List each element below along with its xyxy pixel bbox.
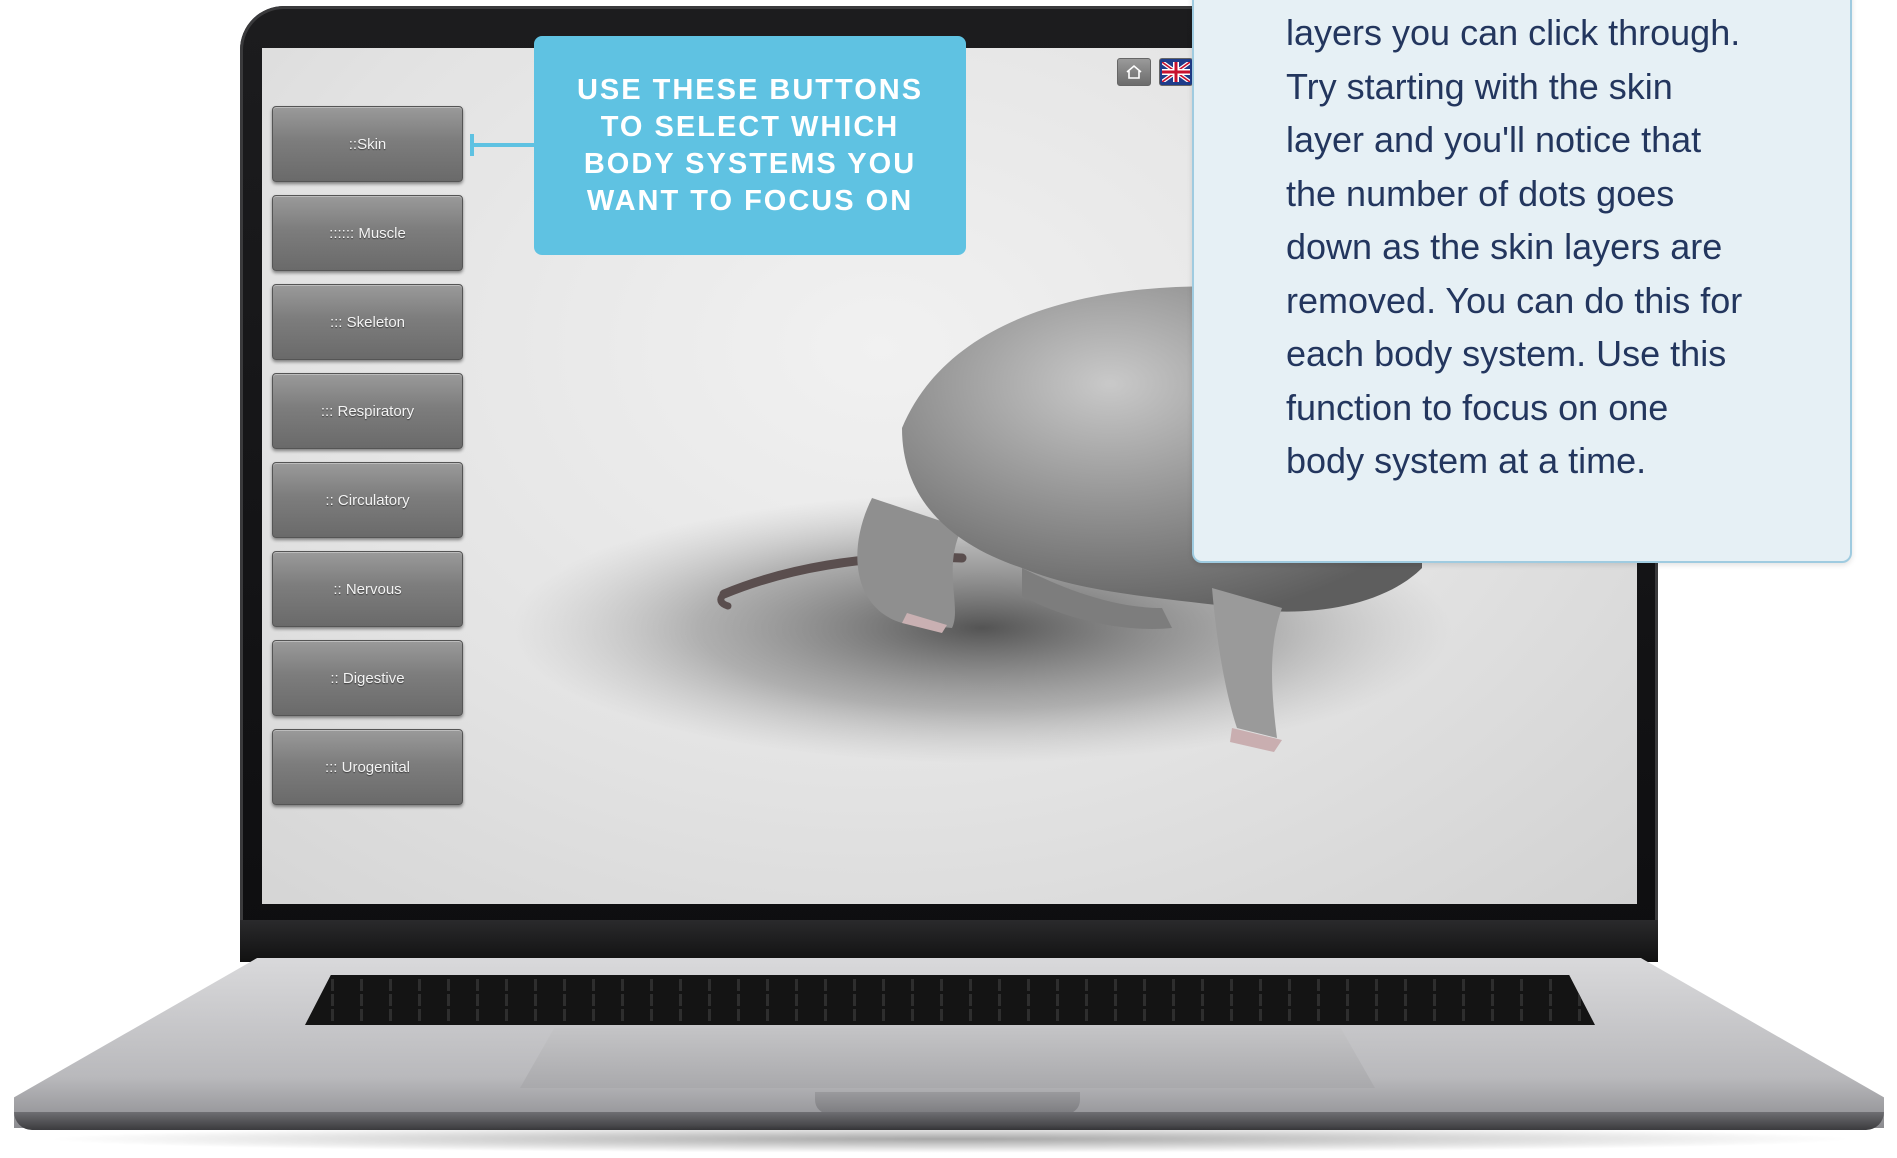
buttons-callout-line: BODY SYSTEMS YOU	[583, 147, 917, 180]
info-callout: layers you can click through. Try starti…	[1192, 0, 1852, 563]
laptop-hinge	[240, 920, 1658, 962]
info-line: layer and you'll notice that	[1286, 119, 1702, 160]
info-line: Try starting with the skin	[1286, 65, 1673, 107]
info-line: function to focus on one	[1286, 386, 1669, 428]
buttons-callout: USE THESE BUTTONS TO SELECT WHICH BODY S…	[534, 36, 966, 255]
callout-connector	[472, 143, 534, 147]
digestive-button[interactable]: :: Digestive	[272, 640, 463, 716]
info-line: body system at a time.	[1286, 440, 1647, 481]
muscle-button[interactable]: :::::: Muscle	[272, 195, 463, 271]
uk-flag-icon[interactable]	[1159, 58, 1193, 86]
trackpad	[520, 1028, 1375, 1088]
info-line: layers you can click through.	[1286, 12, 1741, 53]
skeleton-button[interactable]: ::: Skeleton	[272, 284, 463, 360]
buttons-callout-line: TO SELECT WHICH	[600, 110, 900, 143]
urogenital-button[interactable]: ::: Urogenital	[272, 729, 463, 805]
info-line: removed. You can do this for	[1286, 279, 1743, 321]
buttons-callout-line: WANT TO FOCUS ON	[586, 184, 914, 217]
laptop-shadow	[40, 1125, 1860, 1153]
info-line: each body system. Use this	[1286, 333, 1727, 374]
info-line: the number of dots goes	[1286, 172, 1675, 214]
home-icon[interactable]	[1117, 58, 1151, 86]
laptop-notch	[815, 1092, 1080, 1114]
top-icon-bar	[1117, 58, 1193, 86]
circulatory-button[interactable]: :: Circulatory	[272, 462, 463, 538]
buttons-callout-line: USE THESE BUTTONS	[576, 73, 924, 106]
info-line: down as the skin layers are	[1286, 226, 1723, 267]
skin-button[interactable]: ::Skin	[272, 106, 463, 182]
nervous-button[interactable]: :: Nervous	[272, 551, 463, 627]
keyboard	[305, 975, 1595, 1025]
respiratory-button[interactable]: ::: Respiratory	[272, 373, 463, 449]
